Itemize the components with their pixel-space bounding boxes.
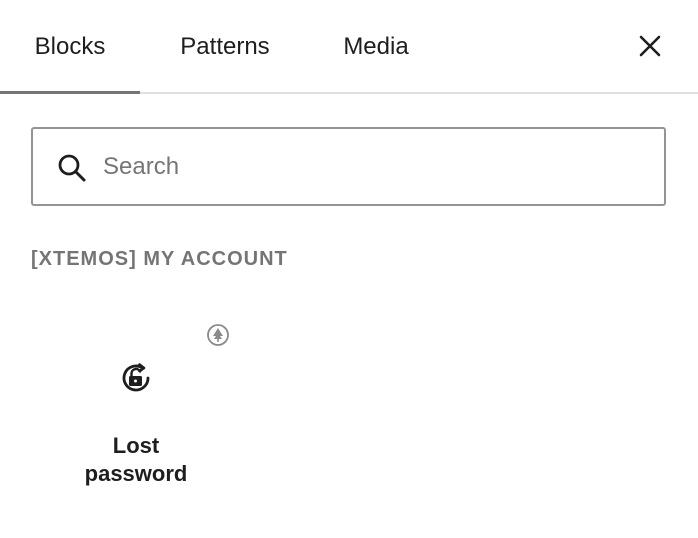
block-item-lost-password[interactable]: Lost password bbox=[62, 318, 212, 498]
active-tab-indicator bbox=[0, 91, 140, 94]
unlock-refresh-icon bbox=[116, 358, 156, 398]
tab-blocks[interactable]: Blocks bbox=[0, 0, 140, 94]
close-icon bbox=[639, 35, 661, 57]
search-box bbox=[31, 127, 666, 206]
tab-media-label: Media bbox=[343, 33, 409, 60]
tab-media[interactable]: Media bbox=[310, 0, 442, 94]
block-inserter-panel: Blocks Patterns Media [XTEMOS] MY ACCOUN… bbox=[0, 0, 698, 538]
block-item-label: Lost password bbox=[84, 433, 188, 486]
tab-patterns[interactable]: Patterns bbox=[140, 0, 310, 94]
search-input[interactable] bbox=[103, 129, 653, 204]
close-button[interactable] bbox=[630, 26, 670, 66]
search-icon bbox=[55, 151, 89, 185]
tree-badge-icon bbox=[206, 323, 230, 347]
tab-patterns-label: Patterns bbox=[180, 33, 270, 60]
inserter-tabs: Blocks Patterns Media bbox=[0, 0, 698, 94]
category-heading: [XTEMOS] MY ACCOUNT bbox=[31, 248, 288, 270]
tab-blocks-label: Blocks bbox=[34, 33, 106, 60]
